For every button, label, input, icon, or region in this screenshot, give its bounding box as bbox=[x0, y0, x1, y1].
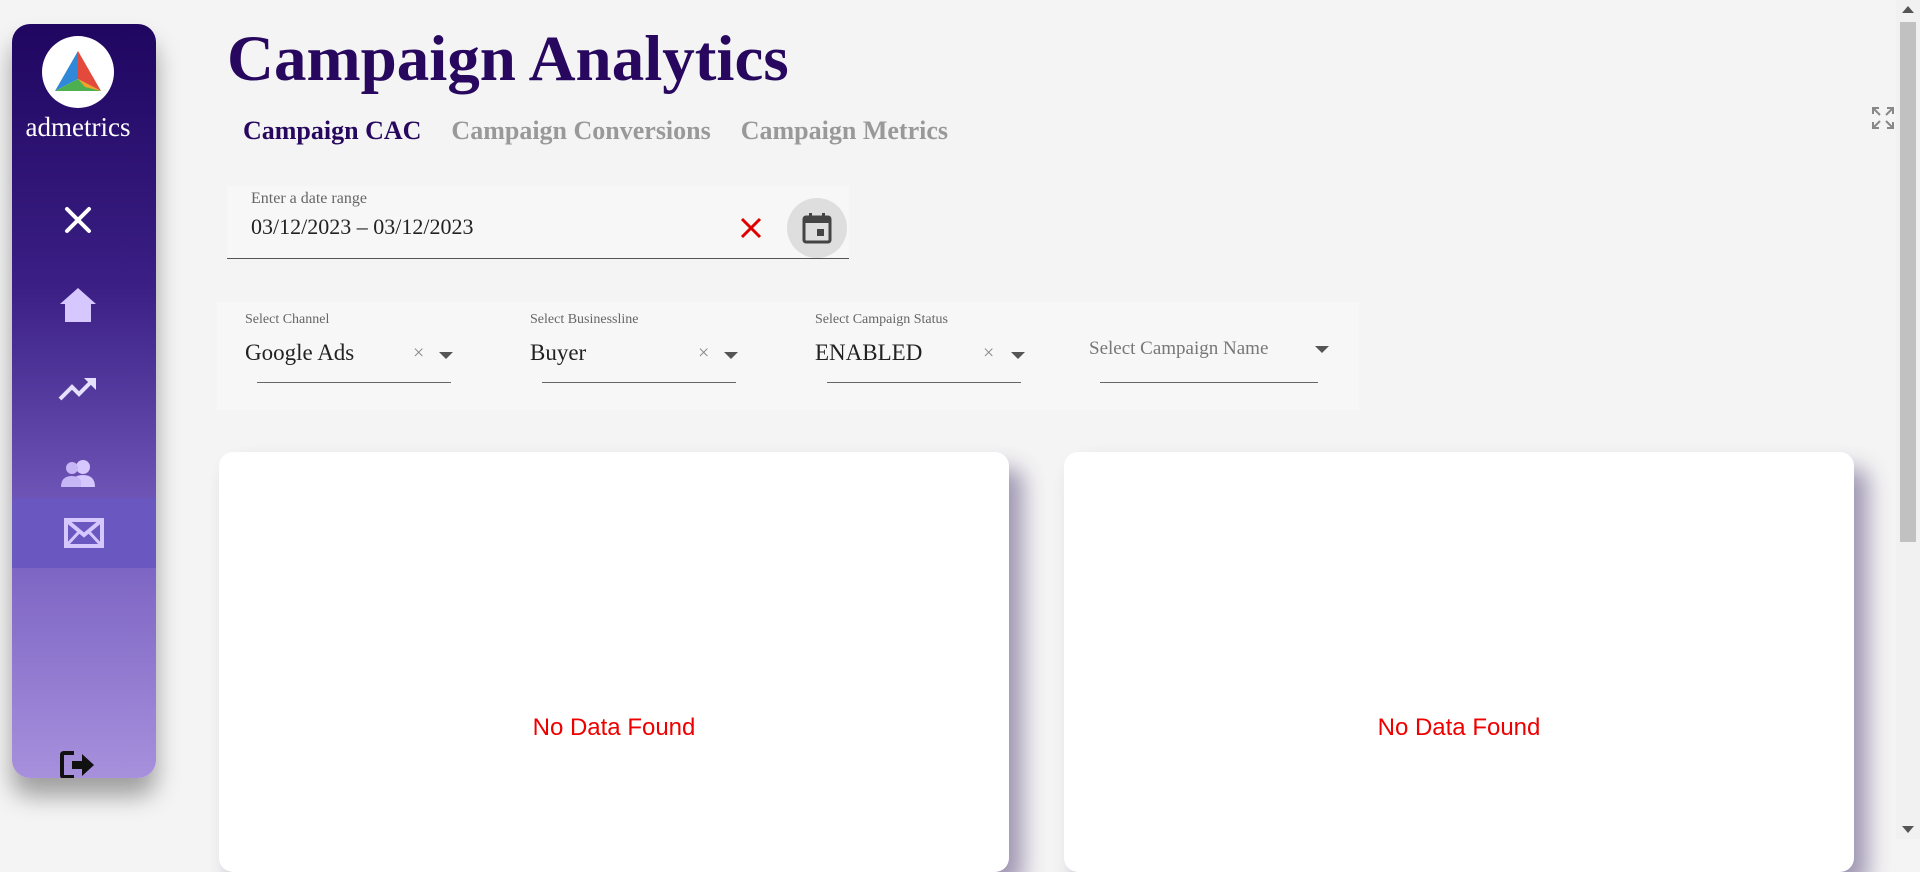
campaign-name-placeholder: Select Campaign Name bbox=[1089, 338, 1269, 359]
date-range-field[interactable]: Enter a date range 03/12/2023 – 03/12/20… bbox=[227, 186, 849, 259]
brand-logo bbox=[42, 36, 114, 108]
campaign-status-value: ENABLED bbox=[815, 340, 923, 365]
scroll-thumb[interactable] bbox=[1900, 22, 1916, 542]
date-range-label: Enter a date range bbox=[251, 190, 367, 207]
chevron-down-icon[interactable] bbox=[724, 352, 738, 359]
sidebar: admetrics bbox=[12, 24, 156, 778]
open-calendar-button[interactable] bbox=[787, 198, 847, 258]
channel-label: Select Channel bbox=[245, 312, 330, 327]
businessline-value: Buyer bbox=[530, 340, 587, 365]
scroll-up-arrow[interactable] bbox=[1902, 6, 1914, 13]
businessline-label: Select Businessline bbox=[530, 312, 639, 327]
channel-clear-button[interactable]: × bbox=[413, 342, 424, 365]
nav-messages[interactable] bbox=[12, 498, 156, 568]
businessline-select[interactable]: Select Businessline Buyer × bbox=[530, 312, 738, 383]
chart-card-right: No Data Found bbox=[1064, 452, 1854, 872]
scroll-down-arrow[interactable] bbox=[1902, 826, 1914, 833]
tab-campaign-metrics[interactable]: Campaign Metrics bbox=[741, 116, 948, 146]
fullscreen-button[interactable] bbox=[1871, 106, 1895, 135]
brand-name: admetrics bbox=[25, 112, 131, 142]
trending-up-icon bbox=[58, 378, 96, 401]
close-icon bbox=[740, 217, 762, 239]
users-icon bbox=[61, 460, 95, 487]
tab-bar: Campaign CAC Campaign Conversions Campai… bbox=[243, 116, 948, 146]
clear-date-button[interactable] bbox=[739, 216, 763, 245]
mail-icon bbox=[64, 518, 104, 548]
close-menu-button[interactable] bbox=[12, 185, 144, 255]
chart-card-left: No Data Found bbox=[219, 452, 1009, 872]
tab-campaign-conversions[interactable]: Campaign Conversions bbox=[451, 116, 710, 146]
campaign-status-label: Select Campaign Status bbox=[815, 312, 948, 327]
nav-home[interactable] bbox=[12, 270, 144, 340]
chevron-down-icon[interactable] bbox=[1011, 352, 1025, 359]
close-icon bbox=[65, 207, 91, 233]
filter-bar: Select Channel Google Ads × Select Busin… bbox=[217, 302, 1359, 410]
logout-icon bbox=[60, 751, 94, 778]
channel-select[interactable]: Select Channel Google Ads × bbox=[245, 312, 453, 383]
logout-button[interactable] bbox=[12, 730, 144, 778]
chevron-down-icon[interactable] bbox=[439, 352, 453, 359]
fullscreen-icon bbox=[1872, 107, 1894, 129]
no-data-message: No Data Found bbox=[1377, 714, 1541, 741]
main-content: Campaign Analytics Campaign CAC Campaign… bbox=[205, 0, 1920, 872]
channel-value: Google Ads bbox=[245, 340, 355, 365]
businessline-clear-button[interactable]: × bbox=[698, 342, 709, 365]
campaign-status-select[interactable]: Select Campaign Status ENABLED × bbox=[815, 312, 1025, 383]
no-data-message: No Data Found bbox=[532, 714, 696, 741]
date-range-value[interactable]: 03/12/2023 – 03/12/2023 bbox=[251, 214, 473, 240]
vertical-scrollbar[interactable] bbox=[1896, 0, 1920, 839]
page-title: Campaign Analytics bbox=[227, 23, 789, 95]
calendar-icon bbox=[802, 213, 832, 244]
home-icon bbox=[60, 288, 96, 322]
campaign-status-clear-button[interactable]: × bbox=[983, 342, 994, 365]
nav-analytics[interactable] bbox=[12, 354, 144, 424]
chevron-down-icon[interactable] bbox=[1315, 346, 1329, 353]
tab-campaign-cac[interactable]: Campaign CAC bbox=[243, 116, 421, 146]
